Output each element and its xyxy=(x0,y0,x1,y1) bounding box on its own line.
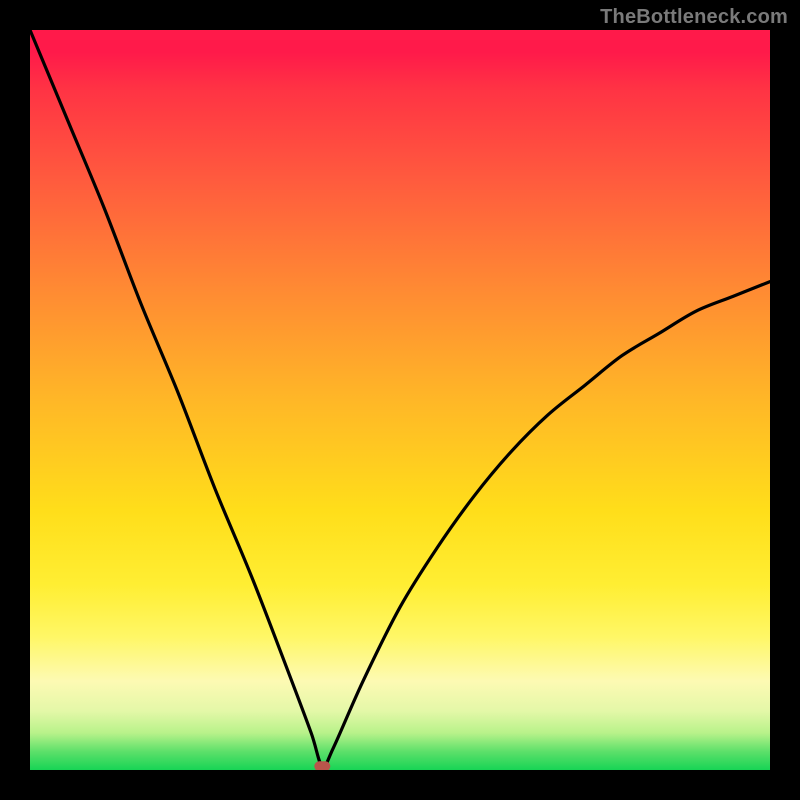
watermark-text: TheBottleneck.com xyxy=(600,6,788,29)
bottleneck-curve xyxy=(30,30,770,767)
optimal-marker xyxy=(314,761,330,770)
plot-area xyxy=(30,30,770,770)
chart-frame: TheBottleneck.com xyxy=(0,0,800,800)
curve-svg xyxy=(30,30,770,770)
